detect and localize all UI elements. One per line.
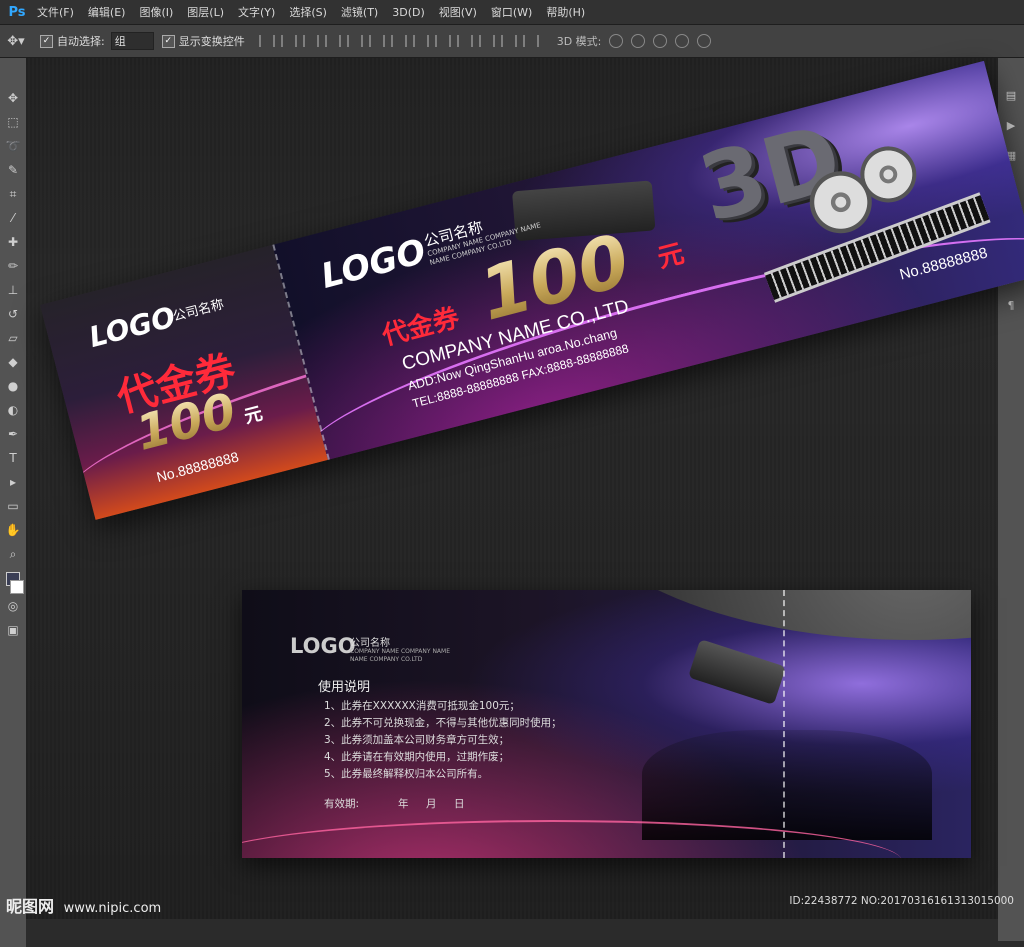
- align-right-icon[interactable]: [368, 35, 385, 47]
- distribute-hcenter-icon[interactable]: [478, 35, 495, 47]
- watermark-site-name: 昵图网: [6, 897, 55, 916]
- distribute-bottom-icon[interactable]: [434, 35, 451, 47]
- align-buttons: [258, 35, 539, 47]
- history-panel-icon[interactable]: ▤: [1003, 87, 1019, 103]
- healing-brush-tool-icon[interactable]: ✚: [4, 233, 22, 251]
- menu-filter[interactable]: 滤镜(T): [334, 4, 385, 20]
- logo-text: LOGO: [290, 634, 356, 658]
- auto-select-label: 自动选择:: [57, 35, 105, 48]
- background-color-swatch[interactable]: [10, 580, 24, 594]
- align-hcenter-icon[interactable]: [346, 35, 363, 47]
- watermark-site: 昵图网 www.nipic.com: [6, 893, 161, 917]
- align-bottom-icon[interactable]: [302, 35, 319, 47]
- photoshop-logo: Ps: [8, 4, 26, 20]
- slide-3d-icon[interactable]: [675, 34, 690, 48]
- stub-logo: LOGO: [85, 300, 179, 355]
- paragraph-panel-icon[interactable]: ¶: [1003, 297, 1019, 313]
- menu-file[interactable]: 文件(F): [30, 4, 81, 20]
- menu-type[interactable]: 文字(Y): [231, 4, 282, 20]
- move-tool-icon[interactable]: ✥: [4, 89, 22, 107]
- menu-help[interactable]: 帮助(H): [539, 4, 592, 20]
- hand-tool-icon[interactable]: ✋: [4, 521, 22, 539]
- rotate-3d-icon[interactable]: [609, 34, 624, 48]
- path-select-tool-icon[interactable]: ▸: [4, 473, 22, 491]
- validity-month: 月: [426, 798, 437, 810]
- auto-select-dropdown[interactable]: 组: [110, 32, 154, 50]
- perforation-line: [783, 590, 785, 858]
- mode-3d-buttons: [609, 34, 712, 48]
- crop-tool-icon[interactable]: ⌗: [4, 185, 22, 203]
- align-vcenter-icon[interactable]: [280, 35, 297, 47]
- clone-stamp-tool-icon[interactable]: ⊥: [4, 281, 22, 299]
- type-tool-icon[interactable]: T: [4, 449, 22, 467]
- align-top-icon[interactable]: [258, 35, 275, 47]
- usage-rule-1: 1、此券在XXXXXX消费可抵现金100元；: [324, 700, 520, 712]
- menu-view[interactable]: 视图(V): [432, 4, 484, 20]
- show-transform-label: 显示变换控件: [178, 35, 245, 48]
- drag-3d-icon[interactable]: [653, 34, 668, 48]
- moon-graphic: [562, 590, 971, 640]
- paint-bucket-tool-icon[interactable]: ◆: [4, 353, 22, 371]
- validity-label: 有效期:: [324, 798, 360, 810]
- marquee-tool-icon[interactable]: ⬚: [4, 113, 22, 131]
- distribute-right-icon[interactable]: [500, 35, 517, 47]
- main-unit: 元: [654, 238, 688, 275]
- main-logo: LOGO: [317, 231, 430, 297]
- rectangle-tool-icon[interactable]: ▭: [4, 497, 22, 515]
- mode-3d-label: 3D 模式:: [556, 35, 602, 48]
- watermark-image-id: ID:22438772 NO:20170316161313015000: [789, 895, 1014, 907]
- distribute-left-icon[interactable]: [456, 35, 473, 47]
- menu-edit[interactable]: 编辑(E): [81, 4, 133, 20]
- projector-machine-graphic: [688, 639, 786, 705]
- menu-select[interactable]: 选择(S): [282, 4, 334, 20]
- quick-mask-icon[interactable]: ◎: [4, 597, 22, 615]
- validity-day: 日: [454, 798, 465, 810]
- usage-title: 使用说明: [318, 680, 371, 695]
- roll-3d-icon[interactable]: [631, 34, 646, 48]
- menu-window[interactable]: 窗口(W): [484, 4, 539, 20]
- distribute-vcenter-icon[interactable]: [412, 35, 429, 47]
- menu-3d[interactable]: 3D(D): [385, 6, 432, 19]
- distribute-top-icon[interactable]: [390, 35, 407, 47]
- menu-layer[interactable]: 图层(L): [180, 4, 231, 20]
- blur-tool-icon[interactable]: ●: [4, 377, 22, 395]
- show-transform-checkbox[interactable]: ✓: [161, 34, 175, 48]
- quick-select-tool-icon[interactable]: ✎: [4, 161, 22, 179]
- usage-rule-3: 3、此券须加盖本公司财务章方可生效；: [324, 734, 510, 746]
- tools-panel: ✥ ⬚ ➰ ✎ ⌗ ⁄ ✚ ✏ ⊥ ↺ ▱ ◆ ● ◐ ✒ T ▸ ▭ ✋ ⌕ …: [0, 58, 26, 947]
- auto-align-icon[interactable]: [522, 35, 539, 47]
- dodge-tool-icon[interactable]: ◐: [4, 401, 22, 419]
- company-sub-line-1: COMPANY NAME COMPANY NAME: [350, 648, 451, 655]
- actions-panel-icon[interactable]: ▶: [1003, 117, 1019, 133]
- usage-rule-2: 2、此券不可兑换现金，不得与其他优惠同时使用；: [324, 717, 562, 729]
- options-bar: ✥▾ ✓ 自动选择: 组 ✓ 显示变换控件 3D 模式:: [0, 25, 1024, 58]
- company-sub-line-2: NAME COMPANY CO.LTD: [350, 656, 423, 663]
- brush-tool-icon[interactable]: ✏: [4, 257, 22, 275]
- stub-company-name: 公司名称: [171, 297, 226, 325]
- company-name-cn: 公司名称: [350, 638, 390, 649]
- company-name-en: COMPANY NAME COMPANY NAME NAME COMPANY C…: [350, 648, 450, 664]
- eraser-tool-icon[interactable]: ▱: [4, 329, 22, 347]
- align-left-icon[interactable]: [324, 35, 341, 47]
- eyedropper-tool-icon[interactable]: ⁄: [4, 209, 22, 227]
- screen-mode-icon[interactable]: ▣: [4, 621, 22, 639]
- history-brush-tool-icon[interactable]: ↺: [4, 305, 22, 323]
- usage-rule-5: 5、此券最终解释权归本公司所有。: [324, 768, 489, 780]
- lasso-tool-icon[interactable]: ➰: [4, 137, 22, 155]
- watermark-url: www.nipic.com: [63, 901, 162, 916]
- validity-year: 年: [398, 798, 409, 810]
- move-tool-preset-icon[interactable]: ✥▾: [0, 34, 32, 49]
- menu-bar: Ps 文件(F) 编辑(E) 图像(I) 图层(L) 文字(Y) 选择(S) 滤…: [0, 0, 1024, 25]
- zoom-tool-icon[interactable]: ⌕: [4, 545, 22, 563]
- pen-tool-icon[interactable]: ✒: [4, 425, 22, 443]
- menu-image[interactable]: 图像(I): [132, 4, 180, 20]
- voucher-back-design: LOGO 公司名称 COMPANY NAME COMPANY NAME NAME…: [242, 590, 971, 858]
- usage-rule-4: 4、此券请在有效期内使用，过期作废；: [324, 751, 510, 763]
- scale-3d-icon[interactable]: [697, 34, 712, 48]
- auto-select-checkbox[interactable]: ✓: [40, 34, 53, 48]
